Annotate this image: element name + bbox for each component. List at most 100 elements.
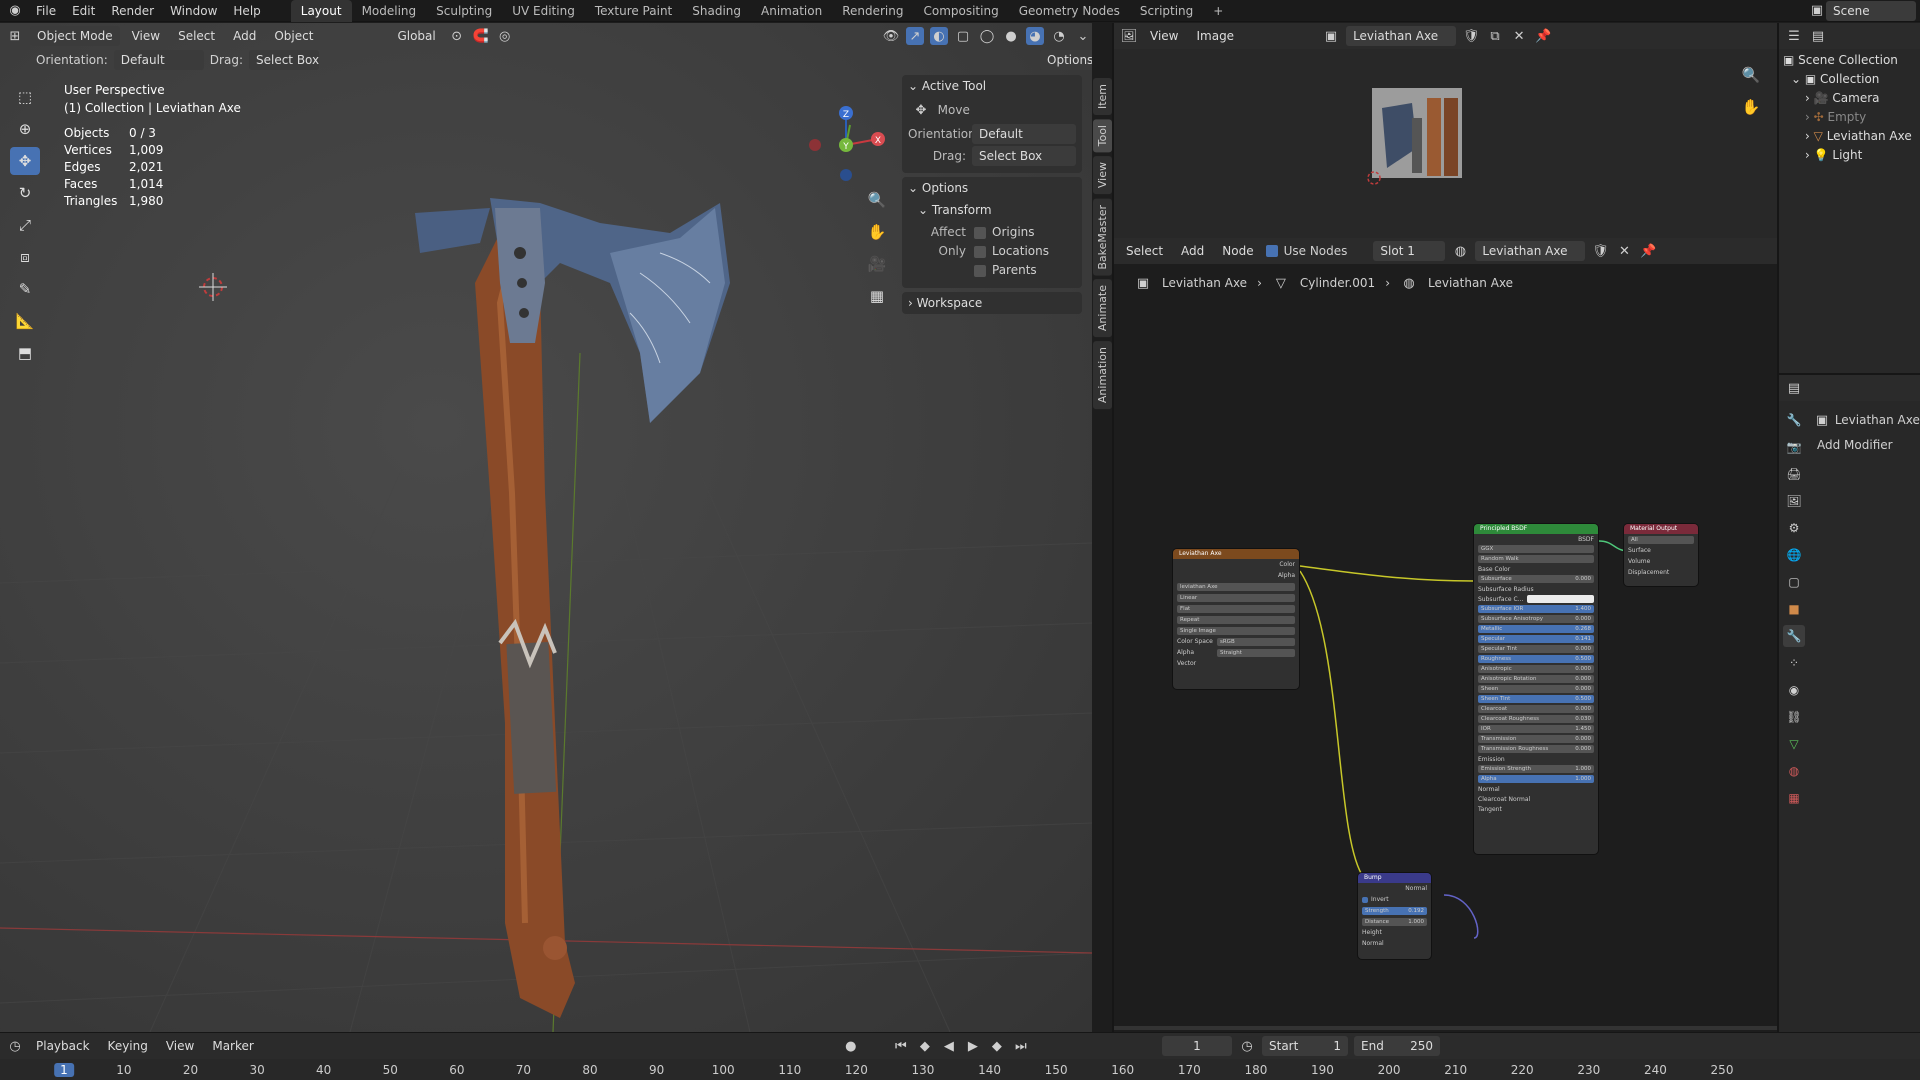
annotate-tool-icon[interactable]: ✎ [10,275,40,303]
bsdf-input-row[interactable]: Transmission 0.000 [1474,734,1598,744]
tab-animation[interactable]: Animation [751,0,832,22]
duplicate-icon[interactable]: ⧉ [1486,27,1504,45]
bsdf-input-row[interactable]: Clearcoat Normal [1474,794,1598,804]
collection-props-icon[interactable]: ▢ [1783,571,1805,593]
origins-checkbox[interactable]: Origins [974,223,1049,242]
tab-layout[interactable]: Layout [290,0,352,22]
start-frame-field[interactable]: Start 1 [1262,1036,1348,1056]
menu-select[interactable]: Select [172,27,221,45]
particles-props-icon[interactable]: ⁘ [1783,652,1805,674]
bsdf-input-row[interactable]: Normal [1474,784,1598,794]
tab-rendering[interactable]: Rendering [832,0,913,22]
play-icon[interactable]: ▶ [964,1037,982,1055]
texture-props-icon[interactable]: ▦ [1783,787,1805,809]
bsdf-input-row[interactable]: Tangent [1474,804,1598,814]
navigation-gizmo[interactable]: Z X Y [800,83,900,193]
move-tool-icon[interactable]: ✥ [10,147,40,175]
timeline-menu-view[interactable]: View [160,1037,200,1055]
tab-modeling[interactable]: Modeling [352,0,427,22]
scene-props-icon[interactable]: ⚙ [1783,517,1805,539]
bsdf-input-row[interactable]: Specular 0.141 [1474,634,1598,644]
fake-user-icon[interactable]: 🛡 [1462,27,1480,45]
orientation-dropdown[interactable]: Default [113,50,204,70]
bsdf-input-row[interactable]: Subsurface 0.000 [1474,574,1598,584]
shading-wireframe-icon[interactable]: ◯ [978,27,996,45]
shading-material-icon[interactable]: ◕ [1026,27,1044,45]
outliner-leviathan-axe[interactable]: › ▽ Leviathan Axe [1783,127,1916,146]
properties-editor[interactable]: ▤ 🔧 📷 🖨 🖼 ⚙ 🌐 ▢ ■ 🔧 ⁘ ◉ ⛓ ▽ ◍ ▦ ▣ Leviat… [1779,375,1920,1032]
menu-edit[interactable]: Edit [64,0,103,22]
properties-type-icon[interactable]: ▤ [1785,379,1803,397]
image-editor[interactable]: 🖼 View Image ▣ Leviathan Axe 🛡 ⧉ ✕ 📌 🔍 ✋ [1114,23,1777,238]
bsdf-input-row[interactable]: Subsurface Anisotropy 0.000 [1474,614,1598,624]
shading-solid-icon[interactable]: ● [1002,27,1020,45]
material-props-icon[interactable]: ◍ [1783,760,1805,782]
gizmo-toggle-icon[interactable]: ↗ [906,27,924,45]
mode-selector[interactable]: Object Mode [30,26,120,46]
image-menu-view[interactable]: View [1144,27,1184,45]
menu-view[interactable]: View [126,27,166,45]
next-keyframe-icon[interactable]: ◆ [988,1037,1006,1055]
world-props-icon[interactable]: 🌐 [1783,544,1805,566]
transform-tool-icon[interactable]: ⧈ [10,243,40,271]
record-icon[interactable]: ● [842,1037,860,1055]
tab-uv-editing[interactable]: UV Editing [502,0,585,22]
menu-help[interactable]: Help [225,0,268,22]
snap-icon[interactable]: 🧲 [472,27,490,45]
outliner-scene-collection[interactable]: ▣ Scene Collection [1783,51,1916,70]
outliner-collection[interactable]: ⌄ ▣ Collection [1783,70,1916,89]
tab-scripting[interactable]: Scripting [1130,0,1203,22]
scene-selector[interactable]: Scene [1826,0,1916,21]
image-pan-icon[interactable]: ✋ [1736,93,1766,121]
tab-sculpting[interactable]: Sculpting [426,0,502,22]
timeline-menu-marker[interactable]: Marker [206,1037,259,1055]
tab-tool[interactable]: Tool [1093,119,1112,153]
grid-perspective-icon[interactable]: ▦ [862,282,892,310]
bsdf-input-row[interactable]: Sheen 0.000 [1474,684,1598,694]
camera-view-icon[interactable]: 🎥 [862,250,892,278]
bsdf-input-row[interactable]: Subsurface C... [1474,594,1598,604]
timeline-type-icon[interactable]: ◷ [6,1037,24,1055]
current-frame-field[interactable]: 1 [1162,1036,1232,1056]
tab-texture-paint[interactable]: Texture Paint [585,0,682,22]
3d-viewport[interactable]: ⊞ Object Mode View Select Add Object Glo… [0,23,1092,1032]
options-header[interactable]: ⌄ Options [902,177,1082,199]
outliner[interactable]: ☰ ▤ ▣ Scene Collection ⌄ ▣ Collection › … [1779,23,1920,373]
parents-checkbox[interactable]: Parents [974,261,1049,280]
principled-bsdf-node[interactable]: Principled BSDF BSDF GGX Random Walk Bas… [1474,524,1598,854]
add-modifier-button[interactable]: Add Modifier [1813,431,1920,459]
bsdf-input-row[interactable]: Sheen Tint 0.500 [1474,694,1598,704]
visibility-icon[interactable]: 👁 [882,27,900,45]
drag-dropdown[interactable]: Select Box [248,50,319,70]
scale-tool-icon[interactable]: ⤢ [10,211,40,239]
render-props-icon[interactable]: 📷 [1783,436,1805,458]
add-workspace-button[interactable]: + [1203,0,1233,22]
tool-props-icon[interactable]: 🔧 [1783,409,1805,431]
menu-file[interactable]: File [28,0,64,22]
transform-header[interactable]: ⌄ Transform [902,199,1082,221]
outliner-type-icon[interactable]: ☰ [1785,27,1803,45]
image-editor-type-icon[interactable]: 🖼 [1120,27,1138,45]
image-name-field[interactable]: Leviathan Axe [1346,26,1457,46]
bsdf-input-row[interactable]: Anisotropic 0.000 [1474,664,1598,674]
menu-render[interactable]: Render [103,0,162,22]
bsdf-input-row[interactable]: Subsurface Radius [1474,584,1598,594]
tab-compositing[interactable]: Compositing [913,0,1008,22]
output-props-icon[interactable]: 🖨 [1783,463,1805,485]
physics-props-icon[interactable]: ◉ [1783,679,1805,701]
outliner-empty[interactable]: › ✣ Empty [1783,108,1916,127]
bump-node[interactable]: Bump Normal Invert Strength 0.192 Distanc… [1358,873,1431,959]
bsdf-input-row[interactable]: Anisotropic Rotation 0.000 [1474,674,1598,684]
proportional-edit-icon[interactable]: ◎ [496,27,514,45]
clock-icon[interactable]: ◷ [1238,1037,1256,1055]
menu-object[interactable]: Object [268,27,319,45]
add-cube-tool-icon[interactable]: ⬒ [10,339,40,367]
tab-shading[interactable]: Shading [682,0,751,22]
tab-bakemaster[interactable]: BakeMaster [1093,198,1112,276]
pivot-icon[interactable]: ⊙ [448,27,466,45]
tab-geometry-nodes[interactable]: Geometry Nodes [1009,0,1130,22]
tab-animate[interactable]: Animate [1093,279,1112,338]
editor-type-icon[interactable]: ⊞ [6,27,24,45]
select-box-tool-icon[interactable]: ⬚ [10,83,40,111]
options-button[interactable]: Options [1040,50,1092,70]
